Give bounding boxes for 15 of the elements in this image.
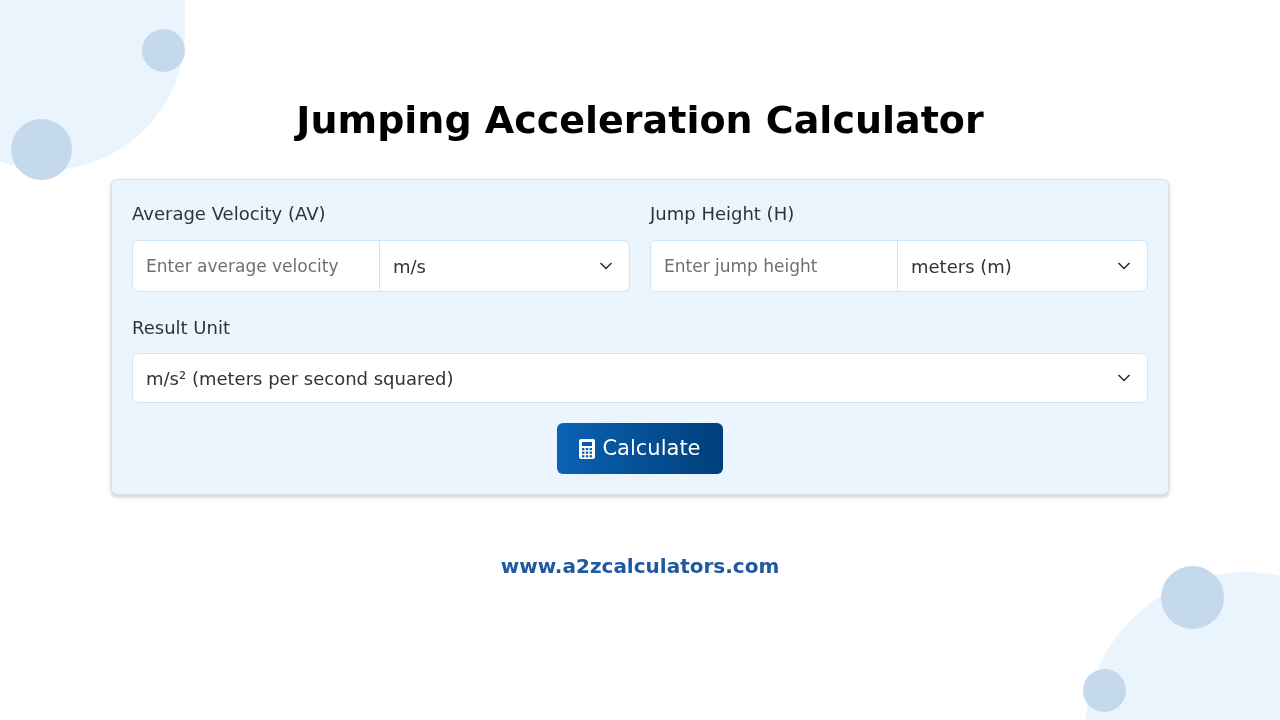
unit-select[interactable]: m/s bbox=[380, 241, 629, 291]
result-unit-select[interactable]: m/s² (meters per second squared) bbox=[132, 353, 1148, 403]
calculate-button[interactable]: Calculate bbox=[557, 423, 723, 474]
page-title: Jumping Acceleration Calculator bbox=[296, 97, 984, 144]
calculator-icon bbox=[579, 438, 596, 459]
input-field[interactable]: Enter jump height bbox=[651, 241, 898, 291]
select-value: meters (m) bbox=[911, 254, 1012, 279]
input-field[interactable]: Enter average velocity bbox=[133, 241, 380, 291]
field-label: Average Velocity (AV) bbox=[132, 202, 327, 226]
field-label: Jump Height (H) bbox=[650, 202, 796, 226]
website-link[interactable]: www.a2zcalculators.com bbox=[500, 551, 780, 581]
select-value: m/s bbox=[393, 254, 426, 279]
unit-select[interactable]: meters (m) bbox=[898, 241, 1147, 291]
field-label: Result Unit bbox=[132, 316, 231, 340]
select-value: m/s² (meters per second squared) bbox=[146, 366, 454, 391]
